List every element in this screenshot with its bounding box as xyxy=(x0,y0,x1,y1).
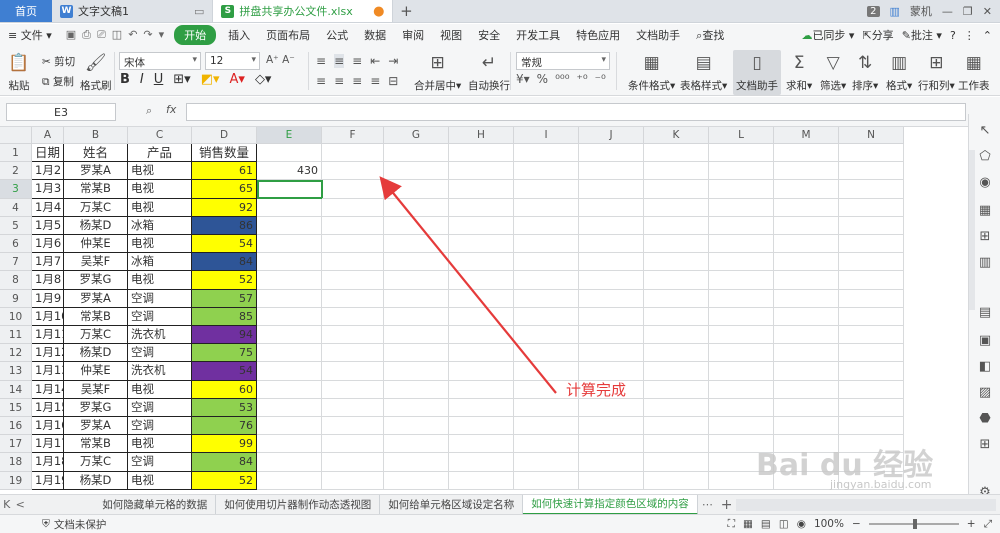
spreadsheet-app: 首页 W 文字文稿1 ▭ S 拼盘共享办公文件.xlsx ● + 2 ▥ 蒙机 … xyxy=(0,0,1000,533)
annotation-text: 计算完成 xyxy=(566,381,627,399)
watermark-url: jingyan.baidu.com xyxy=(830,478,932,491)
arrow-line xyxy=(379,176,557,394)
